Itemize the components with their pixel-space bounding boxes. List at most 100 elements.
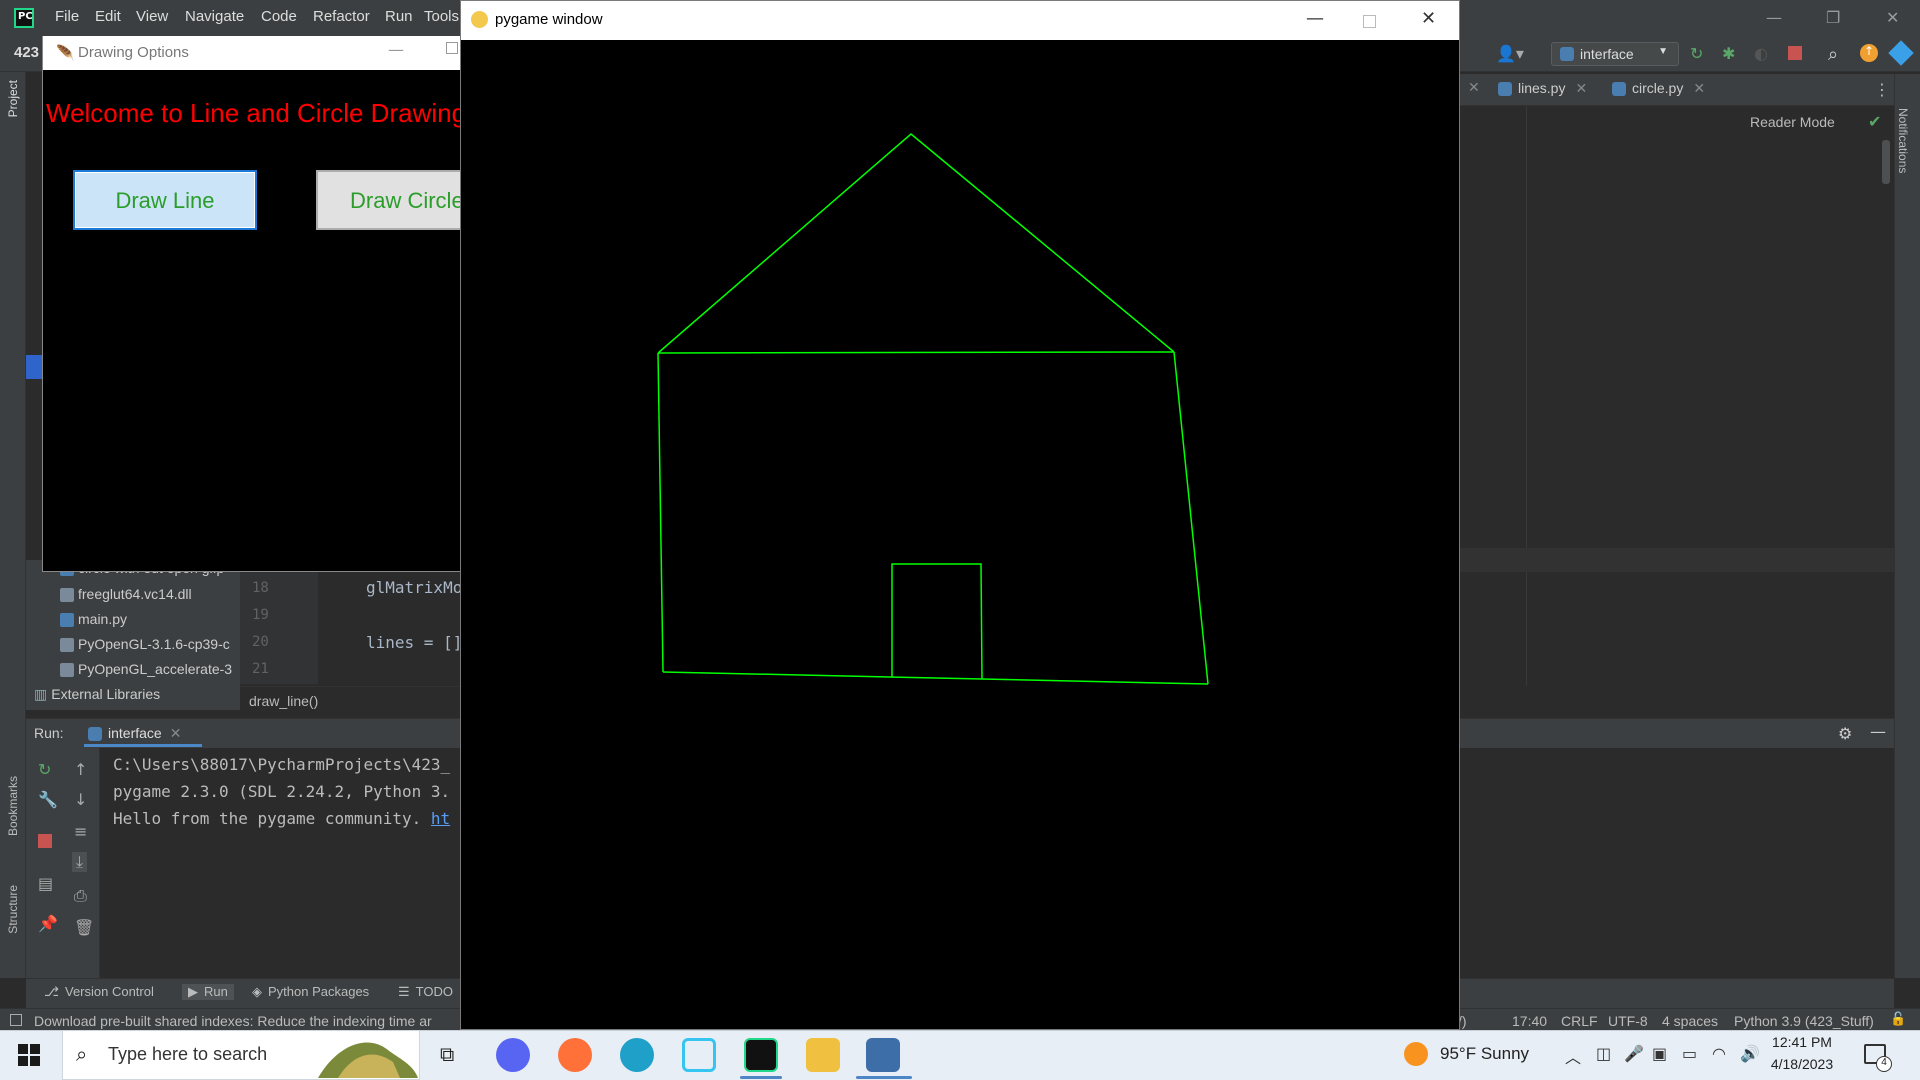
line-separator[interactable]: CRLF: [1561, 1013, 1598, 1029]
windows-start-icon[interactable]: [18, 1044, 40, 1066]
tab-version-control[interactable]: ⎇ Version Control: [44, 984, 154, 1000]
hide-panel-icon[interactable]: —: [1870, 722, 1886, 741]
stop-icon[interactable]: [1788, 46, 1802, 60]
close-icon[interactable]: ✕: [1693, 80, 1705, 96]
scroll-up-icon[interactable]: ↑: [74, 760, 87, 779]
project-name[interactable]: 423: [14, 44, 39, 61]
editor-area[interactable]: [1460, 106, 1920, 716]
battery-icon[interactable]: ▭: [1682, 1044, 1697, 1063]
notifications-tool-window-label[interactable]: Notifications: [1896, 108, 1910, 173]
menu-file[interactable]: File: [55, 8, 79, 25]
scroll-to-end-icon[interactable]: ⤓: [72, 852, 88, 872]
indent-setting[interactable]: 4 spaces: [1662, 1013, 1718, 1029]
tab-close-icon[interactable]: ✕: [1468, 80, 1480, 96]
discord-icon[interactable]: [496, 1038, 530, 1072]
wrench-icon[interactable]: 🔧: [38, 790, 58, 809]
clock-date[interactable]: 4/18/2023: [1757, 1056, 1847, 1072]
project-tool-window-label[interactable]: Project: [6, 80, 20, 117]
tab-todo[interactable]: ☰ TODO: [398, 984, 453, 1000]
update-icon[interactable]: ↑: [1860, 44, 1878, 62]
run-tab-interface[interactable]: interface ✕: [88, 725, 181, 742]
weather-text[interactable]: 95°F Sunny: [1440, 1044, 1529, 1064]
more-options-icon[interactable]: ⋮: [1874, 80, 1890, 99]
ide-minimize-icon[interactable]: —: [1766, 8, 1782, 27]
wifi-icon[interactable]: ◠: [1712, 1044, 1726, 1063]
coverage-icon[interactable]: ◐: [1754, 44, 1772, 63]
file-explorer-icon[interactable]: [806, 1038, 840, 1072]
bookmarks-tool-window-label[interactable]: Bookmarks: [6, 776, 20, 836]
run-tab-indicator: [84, 744, 202, 747]
soft-wrap-icon[interactable]: ≡: [74, 822, 87, 841]
status-square-icon[interactable]: [10, 1014, 22, 1026]
microphone-icon[interactable]: 🎤: [1624, 1044, 1644, 1063]
inspection-ok-icon[interactable]: ✔: [1868, 112, 1881, 131]
breadcrumb[interactable]: draw_line(): [249, 693, 318, 709]
draw-line-button[interactable]: Draw Line: [73, 170, 257, 230]
close-icon[interactable]: ✕: [1575, 80, 1587, 96]
task-view-icon[interactable]: ⧉: [440, 1042, 454, 1066]
search-highlight-image[interactable]: [318, 1034, 418, 1078]
minimize-icon[interactable]: —: [388, 40, 404, 59]
slack-icon[interactable]: [682, 1038, 716, 1072]
ide-close-icon[interactable]: ✕: [1886, 8, 1899, 27]
menu-refactor[interactable]: Refactor: [313, 8, 370, 25]
editor-scrollbar[interactable]: [1882, 140, 1890, 184]
maximize-icon[interactable]: [446, 42, 458, 54]
tree-item[interactable]: PyOpenGL-3.1.6-cp39-c: [60, 636, 238, 653]
menu-tools[interactable]: Tools: [424, 8, 459, 25]
sun-weather-icon[interactable]: [1404, 1042, 1428, 1066]
menu-run[interactable]: Run: [385, 8, 413, 25]
console-link[interactable]: ht: [431, 809, 450, 828]
edge-icon[interactable]: [620, 1038, 654, 1072]
tree-item[interactable]: PyOpenGL_accelerate-3: [60, 661, 238, 678]
search-icon[interactable]: ⌕: [1828, 44, 1846, 65]
maximize-icon[interactable]: [1363, 15, 1376, 28]
file-encoding[interactable]: UTF-8: [1608, 1013, 1648, 1029]
close-icon[interactable]: ✕: [170, 725, 182, 741]
menu-edit[interactable]: Edit: [95, 8, 121, 25]
display-icon[interactable]: ▣: [1652, 1044, 1667, 1063]
external-libraries-node[interactable]: ▥ External Libraries: [34, 686, 160, 703]
minimize-icon[interactable]: —: [1306, 8, 1324, 29]
menu-code[interactable]: Code: [261, 8, 297, 25]
tab-circle-py[interactable]: circle.py ✕: [1612, 80, 1705, 97]
run-config-select[interactable]: interface ▼: [1551, 42, 1679, 66]
menu-navigate[interactable]: Navigate: [185, 8, 244, 25]
python-taskbar-icon[interactable]: [866, 1038, 900, 1072]
pygame-snake-icon: [471, 11, 488, 28]
rerun-icon[interactable]: ↻: [38, 760, 51, 779]
trash-icon[interactable]: 🗑: [74, 918, 94, 937]
settings-gear-icon[interactable]: ⚙: [1838, 724, 1852, 743]
close-icon[interactable]: ✕: [1421, 8, 1436, 29]
meet-now-icon[interactable]: ◫: [1596, 1044, 1611, 1063]
python-interpreter[interactable]: Python 3.9 (423_Stuff): [1734, 1013, 1874, 1029]
structure-tool-window-label[interactable]: Structure: [6, 885, 20, 934]
show-hidden-icons-icon[interactable]: ︿: [1565, 1044, 1581, 1068]
rerun-icon[interactable]: ↻: [1690, 44, 1708, 63]
pin-icon[interactable]: 📌: [38, 914, 58, 933]
tab-run[interactable]: ▶ Run: [182, 984, 234, 1000]
ide-restore-icon[interactable]: ❐: [1826, 8, 1840, 27]
layout-icon[interactable]: ▤: [38, 874, 53, 893]
tree-item[interactable]: freeglut64.vc14.dll: [60, 586, 238, 603]
clock-time[interactable]: 12:41 PM: [1757, 1034, 1847, 1050]
caret-position[interactable]: 17:40: [1512, 1013, 1547, 1029]
reader-mode-toggle[interactable]: Reader Mode: [1750, 114, 1835, 130]
firefox-icon[interactable]: [558, 1038, 592, 1072]
tree-item[interactable]: main.py: [60, 611, 238, 628]
code-line[interactable]: lines = []: [366, 633, 462, 652]
tab-python-packages[interactable]: ◈ Python Packages: [252, 984, 369, 1000]
stop-icon[interactable]: [38, 834, 52, 848]
pygame-canvas[interactable]: [461, 40, 1459, 1030]
pycharm-taskbar-icon[interactable]: [744, 1038, 778, 1072]
menu-view[interactable]: View: [136, 8, 168, 25]
code-line[interactable]: glMatrixMo: [366, 578, 462, 597]
status-message[interactable]: Download pre-built shared indexes: Reduc…: [34, 1013, 432, 1029]
debug-icon[interactable]: ✱: [1722, 44, 1740, 63]
user-icon[interactable]: 👤▾: [1496, 44, 1524, 63]
lock-icon[interactable]: 🔓: [1890, 1012, 1906, 1027]
tab-lines-py[interactable]: lines.py ✕: [1498, 80, 1587, 97]
scroll-down-icon[interactable]: ↓: [74, 790, 87, 809]
print-icon[interactable]: ⎙: [74, 886, 87, 906]
search-placeholder[interactable]: Type here to search: [108, 1044, 267, 1065]
